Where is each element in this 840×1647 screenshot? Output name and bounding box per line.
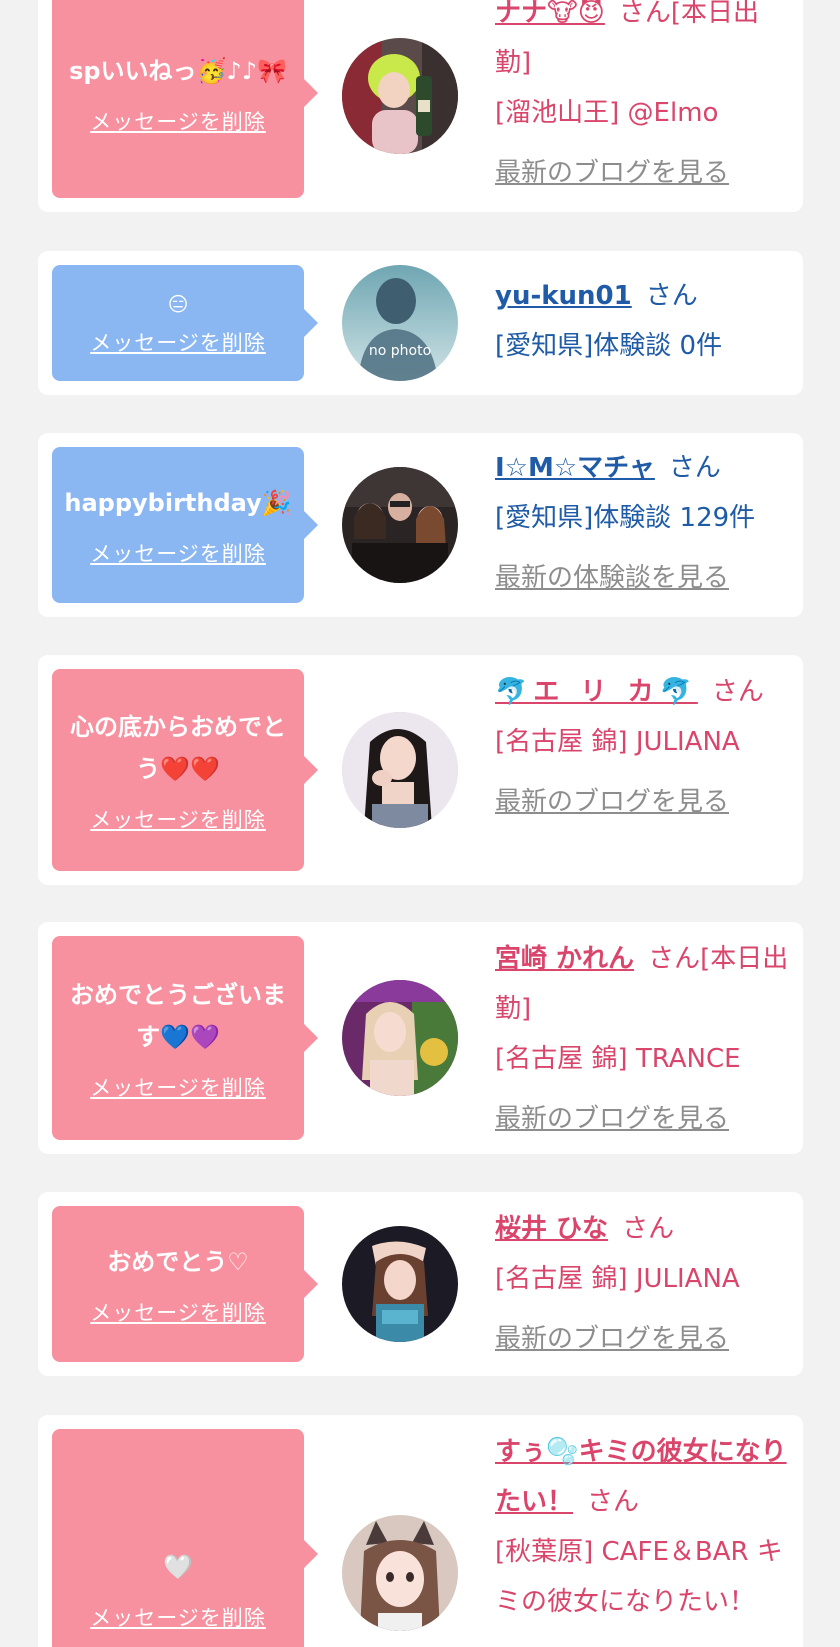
no-photo-caption: no photo <box>369 343 431 359</box>
message-text: 😑 <box>167 292 189 316</box>
avatar-dark-hair-image <box>342 712 458 828</box>
area-shop: [愛知県]体験談 129件 <box>495 503 756 533</box>
sender-avatar[interactable] <box>342 980 458 1096</box>
sender-info: 桜井 ひな さん [名古屋 錦] JULIANA 最新のブログを見る <box>495 1204 795 1364</box>
avatar-cat-ears-image <box>342 1515 458 1631</box>
delete-message-link[interactable]: メッセージを削除 <box>90 1072 266 1102</box>
sender-name-link[interactable]: すぅ🫧キミの彼女になりたい！ <box>495 1437 787 1517</box>
message-bubble: 🤍 メッセージを削除 <box>52 1429 318 1647</box>
sender-avatar[interactable]: no photo <box>342 265 458 381</box>
sender-name-link[interactable]: 🐬エ リ カ🐬 <box>495 677 698 707</box>
message-text: おめでとうございます💙💜 <box>70 981 286 1051</box>
message-text: 🤍 <box>163 1553 193 1581</box>
sender-name-link[interactable]: yu-kun01 <box>495 281 632 311</box>
san-label: さん <box>645 281 698 311</box>
latest-post-link[interactable]: 最新のブログを見る <box>495 148 795 198</box>
sender-avatar[interactable] <box>342 38 458 154</box>
avatar-no-photo-image: no photo <box>342 265 458 381</box>
sender-avatar[interactable] <box>342 1515 458 1631</box>
delete-message-link[interactable]: メッセージを削除 <box>90 106 266 136</box>
delete-message-link[interactable]: メッセージを削除 <box>90 538 266 568</box>
message-list: spいいねっ🥳♪♪🎀 メッセージを削除 ナナ🐮😈 さん[本日出勤] [溜池山王] … <box>0 0 840 1647</box>
message-bubble: spいいねっ🥳♪♪🎀 メッセージを削除 <box>52 0 318 198</box>
message-text: happybirthday🎉 <box>64 489 292 517</box>
delete-message-link[interactable]: メッセージを削除 <box>90 804 266 834</box>
message-card: 心の底からおめでとう❤️❤️ メッセージを削除 🐬エ リ カ🐬 さん [名古屋 錦… <box>38 655 803 885</box>
san-label: さん <box>587 1487 640 1517</box>
latest-post-link[interactable]: 最新のブログを見る <box>495 777 795 827</box>
san-label: さん <box>622 1214 675 1244</box>
sender-name-link[interactable]: I☆M☆マチャ <box>495 453 655 483</box>
delete-message-link[interactable]: メッセージを削除 <box>90 1602 266 1632</box>
sender-name-link[interactable]: 桜井 ひな <box>495 1214 608 1244</box>
sender-info: 宮崎 かれん さん[本日出勤] [名古屋 錦] TRANCE 最新のブログを見る <box>495 934 795 1144</box>
san-label: さん <box>711 677 764 707</box>
message-bubble: happybirthday🎉 メッセージを削除 <box>52 447 318 603</box>
avatar-green-hair-image <box>342 38 458 154</box>
area-shop: [名古屋 錦] JULIANA <box>495 727 740 757</box>
sender-info: すぅ🫧キミの彼女になりたい！ さん [秋葉原] CAFE＆BAR キミの彼女になり… <box>495 1427 795 1627</box>
message-text: おめでとう♡ <box>107 1248 249 1276</box>
message-text: 心の底からおめでとう❤️❤️ <box>70 713 286 783</box>
latest-post-link[interactable]: 最新の体験談を見る <box>495 553 795 603</box>
sender-info: I☆M☆マチャ さん [愛知県]体験談 129件 最新の体験談を見る <box>495 443 795 603</box>
sender-avatar[interactable] <box>342 712 458 828</box>
message-bubble: 😑 メッセージを削除 <box>52 265 318 381</box>
area-shop: [溜池山王] @Elmo <box>495 98 719 128</box>
san-label: さん <box>648 944 701 974</box>
sender-avatar[interactable] <box>342 467 458 583</box>
delete-message-link[interactable]: メッセージを削除 <box>90 327 266 357</box>
message-card: 😑 メッセージを削除 no photo yu-kun01 さん [愛知県]体験談… <box>38 251 803 395</box>
area-shop: [名古屋 錦] JULIANA <box>495 1264 740 1294</box>
sender-name-link[interactable]: 宮崎 かれん <box>495 944 634 974</box>
area-shop: [秋葉原] CAFE＆BAR キミの彼女になりたい！ <box>495 1537 783 1617</box>
sender-info: ナナ🐮😈 さん[本日出勤] [溜池山王] @Elmo 最新のブログを見る <box>495 0 795 198</box>
latest-post-link[interactable]: 最新のブログを見る <box>495 1314 795 1364</box>
san-label: さん <box>668 453 721 483</box>
message-card: おめでとうございます💙💜 メッセージを削除 宮崎 かれん さん[本日出勤] [名古… <box>38 922 803 1154</box>
delete-message-link[interactable]: メッセージを削除 <box>90 1297 266 1327</box>
area-shop: [名古屋 錦] TRANCE <box>495 1044 741 1074</box>
message-bubble: 心の底からおめでとう❤️❤️ メッセージを削除 <box>52 669 318 871</box>
message-bubble: おめでとうございます💙💜 メッセージを削除 <box>52 936 318 1140</box>
sender-info: yu-kun01 さん [愛知県]体験談 0件 <box>495 271 795 371</box>
message-text: spいいねっ🥳♪♪🎀 <box>69 57 287 85</box>
sender-avatar[interactable] <box>342 1226 458 1342</box>
avatar-group-photo-image <box>342 467 458 583</box>
sender-name-link[interactable]: ナナ🐮😈 <box>495 0 605 28</box>
message-card: おめでとう♡ メッセージを削除 桜井 ひな さん [名古屋 錦] JULIANA … <box>38 1192 803 1376</box>
message-card: spいいねっ🥳♪♪🎀 メッセージを削除 ナナ🐮😈 さん[本日出勤] [溜池山王] … <box>38 0 803 212</box>
avatar-night-photo-image <box>342 1226 458 1342</box>
area-shop: [愛知県]体験談 0件 <box>495 331 723 361</box>
message-card: happybirthday🎉 メッセージを削除 I☆M☆マチャ さん [愛知県]体… <box>38 433 803 617</box>
latest-post-link[interactable]: 最新のブログを見る <box>495 1094 795 1144</box>
message-card: 🤍 メッセージを削除 すぅ🫧キミの彼女になりたい！ さん [秋葉原] CAFE＆B… <box>38 1415 803 1647</box>
sender-info: 🐬エ リ カ🐬 さん [名古屋 錦] JULIANA 最新のブログを見る <box>495 667 795 827</box>
message-bubble: おめでとう♡ メッセージを削除 <box>52 1206 318 1362</box>
avatar-blonde-hair-image <box>342 980 458 1096</box>
san-label: さん <box>618 0 671 28</box>
